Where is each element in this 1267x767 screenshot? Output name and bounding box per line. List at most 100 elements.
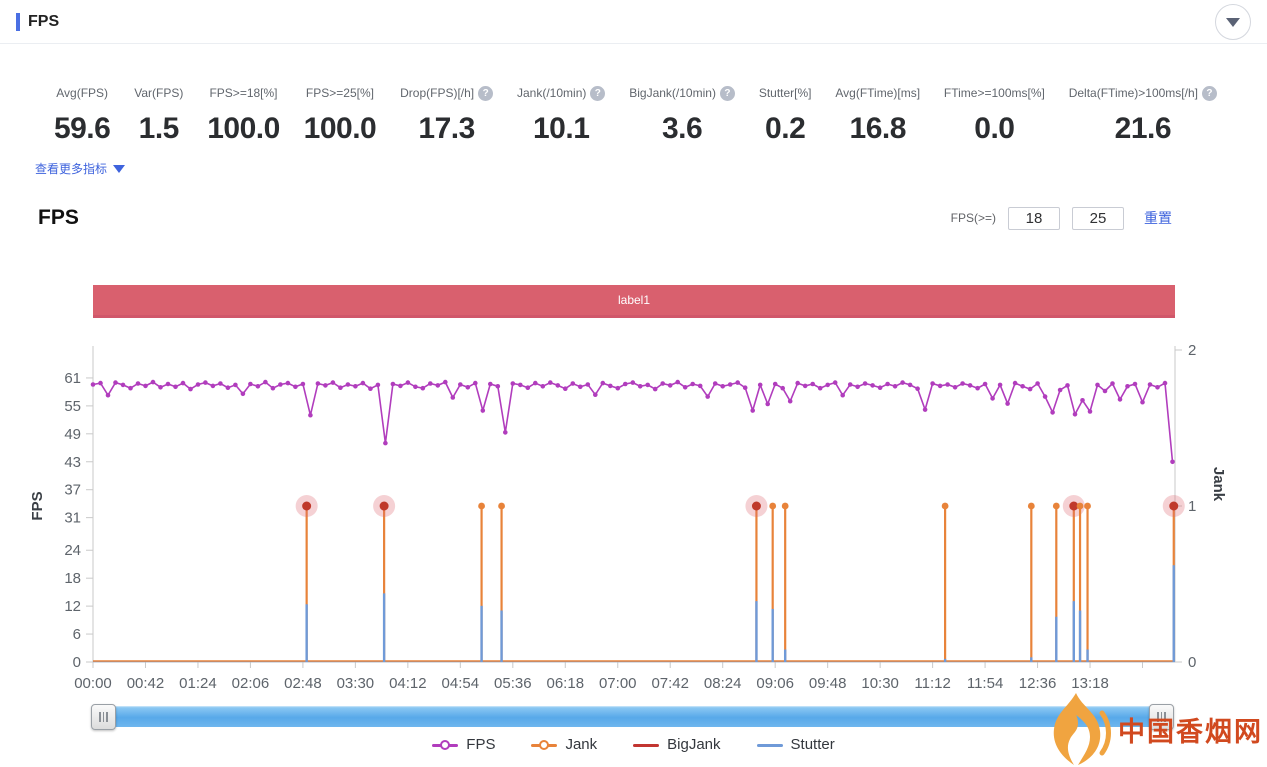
svg-text:61: 61 — [64, 370, 81, 387]
svg-text:11:12: 11:12 — [914, 675, 950, 692]
stat-metric: FPS>=18[%] 100.0 — [195, 84, 291, 146]
stat-label: FPS>=18[%] — [205, 84, 281, 102]
stat-metric: Var(FPS) 1.5 — [122, 84, 195, 146]
stat-label: Drop(FPS)[/h]? — [398, 84, 495, 102]
stat-value: 21.6 — [1067, 112, 1219, 146]
svg-text:37: 37 — [64, 482, 81, 499]
stat-value: 1.5 — [132, 112, 185, 146]
svg-text:0: 0 — [1188, 654, 1196, 671]
chart-section-header: FPS FPS(>=) 重置 — [38, 206, 1172, 230]
label-banner: label1 — [93, 285, 1175, 318]
help-icon[interactable]: ? — [590, 86, 605, 101]
jank-stutter-spikes — [296, 495, 1185, 662]
stat-value: 17.3 — [398, 112, 495, 146]
help-icon[interactable]: ? — [1202, 86, 1217, 101]
stat-label-text: Stutter[%] — [759, 86, 812, 100]
stat-value: 16.8 — [833, 112, 922, 146]
reset-link[interactable]: 重置 — [1144, 208, 1172, 228]
svg-text:01:24: 01:24 — [179, 675, 217, 692]
stat-metric: Stutter[%]0.2 — [747, 84, 824, 146]
svg-text:49: 49 — [64, 426, 81, 443]
svg-text:18: 18 — [64, 570, 81, 587]
panel-header: FPS — [0, 0, 1267, 44]
fps-threshold-filter: FPS(>=) 重置 — [951, 207, 1172, 230]
legend-item-jank[interactable]: Jank — [531, 736, 597, 753]
fps-threshold-input-1[interactable] — [1008, 207, 1060, 230]
help-icon[interactable]: ? — [720, 86, 735, 101]
svg-text:FPS: FPS — [29, 491, 46, 520]
collapse-panel-button[interactable] — [1215, 4, 1251, 40]
stat-label: Var(FPS) — [132, 84, 185, 102]
svg-text:04:54: 04:54 — [442, 675, 480, 692]
svg-text:06:18: 06:18 — [547, 675, 585, 692]
stat-value: 100.0 — [302, 112, 378, 146]
svg-text:12:36: 12:36 — [1019, 675, 1057, 692]
svg-text:24: 24 — [64, 542, 81, 559]
legend-item-bigjank[interactable]: BigJank — [633, 736, 720, 753]
panel-title: FPS — [28, 13, 59, 31]
svg-text:12: 12 — [64, 598, 81, 615]
svg-text:Jank: Jank — [1210, 467, 1227, 502]
scrollbar-right-handle[interactable] — [1149, 704, 1174, 730]
stat-label-text: Var(FPS) — [134, 86, 183, 100]
svg-text:2: 2 — [1188, 342, 1196, 359]
fps-legend-marker-icon — [432, 740, 458, 750]
y-axis-left: 06121824313743495561FPS — [29, 370, 93, 671]
stat-label: Delta(FTime)>100ms[/h]? — [1067, 84, 1219, 102]
stat-metric: FTime>=100ms[%]0.0 — [932, 84, 1057, 146]
stat-metric: Avg(FPS) 59.6 — [42, 84, 122, 146]
svg-text:00:42: 00:42 — [127, 675, 165, 692]
stats-strip: Avg(FPS)59.6Var(FPS)1.5FPS>=18[%]100.0FP… — [42, 84, 1229, 146]
stat-label-text: Avg(FPS) — [56, 86, 108, 100]
stat-label: FPS>=25[%] — [302, 84, 378, 102]
legend-label: Stutter — [791, 736, 835, 753]
svg-text:13:18: 13:18 — [1071, 675, 1109, 692]
stat-value: 59.6 — [52, 112, 112, 146]
svg-text:02:48: 02:48 — [284, 675, 322, 692]
stat-metric: FPS>=25[%] 100.0 — [292, 84, 388, 146]
stat-value: 3.6 — [627, 112, 737, 146]
stat-value: 100.0 — [205, 112, 281, 146]
chart-title: FPS — [38, 206, 79, 230]
view-more-metrics-link[interactable]: 查看更多指标 — [35, 160, 125, 177]
stat-metric: BigJank(/10min)? 3.6 — [617, 84, 747, 146]
fps-threshold-label: FPS(>=) — [951, 211, 996, 225]
scrollbar-track[interactable] — [93, 706, 1172, 727]
stat-label-text: Avg(FTime)[ms] — [835, 86, 920, 100]
x-axis: 00:0000:4201:2402:0602:4803:3004:1204:54… — [74, 662, 1142, 692]
fps-line-series — [91, 380, 1175, 464]
zero-baselines — [93, 661, 1175, 662]
stutter-legend-marker-icon — [757, 740, 783, 750]
svg-text:04:12: 04:12 — [389, 675, 427, 692]
stat-label: Jank(/10min)? — [515, 84, 607, 102]
stat-metric: Drop(FPS)[/h]? 17.3 — [388, 84, 505, 146]
label-banner-text: label1 — [618, 293, 650, 307]
chevron-down-icon — [1226, 18, 1240, 27]
svg-text:09:48: 09:48 — [809, 675, 847, 692]
chevron-down-icon — [113, 165, 125, 173]
jank-legend-marker-icon — [531, 740, 557, 750]
svg-text:6: 6 — [73, 626, 81, 643]
fps-jank-chart[interactable]: 06121824313743495561FPS012Jank00:0000:42… — [0, 335, 1267, 701]
stat-label: FTime>=100ms[%] — [942, 84, 1047, 102]
stat-label: BigJank(/10min)? — [627, 84, 737, 102]
legend-label: Jank — [565, 736, 597, 753]
legend-item-stutter[interactable]: Stutter — [757, 736, 835, 753]
stat-metric: Avg(FTime)[ms] 16.8 — [823, 84, 932, 146]
stat-label-text: FPS>=18[%] — [209, 86, 277, 100]
stat-metric: Delta(FTime)>100ms[/h]? 21.6 — [1057, 84, 1229, 146]
stat-label-text: Jank(/10min) — [517, 86, 586, 100]
svg-text:00:00: 00:00 — [74, 675, 112, 692]
legend-item-fps[interactable]: FPS — [432, 736, 495, 753]
fps-threshold-input-2[interactable] — [1072, 207, 1124, 230]
svg-text:1: 1 — [1188, 498, 1196, 515]
stat-value: 10.1 — [515, 112, 607, 146]
svg-text:31: 31 — [64, 510, 81, 527]
help-icon[interactable]: ? — [478, 86, 493, 101]
chart-legend: FPS Jank BigJank Stutter — [0, 736, 1267, 753]
chart-zoom-scrollbar — [93, 705, 1172, 729]
stat-label: Stutter[%] — [757, 84, 814, 102]
scrollbar-left-handle[interactable] — [91, 704, 116, 730]
svg-text:02:06: 02:06 — [232, 675, 270, 692]
svg-text:09:06: 09:06 — [756, 675, 794, 692]
